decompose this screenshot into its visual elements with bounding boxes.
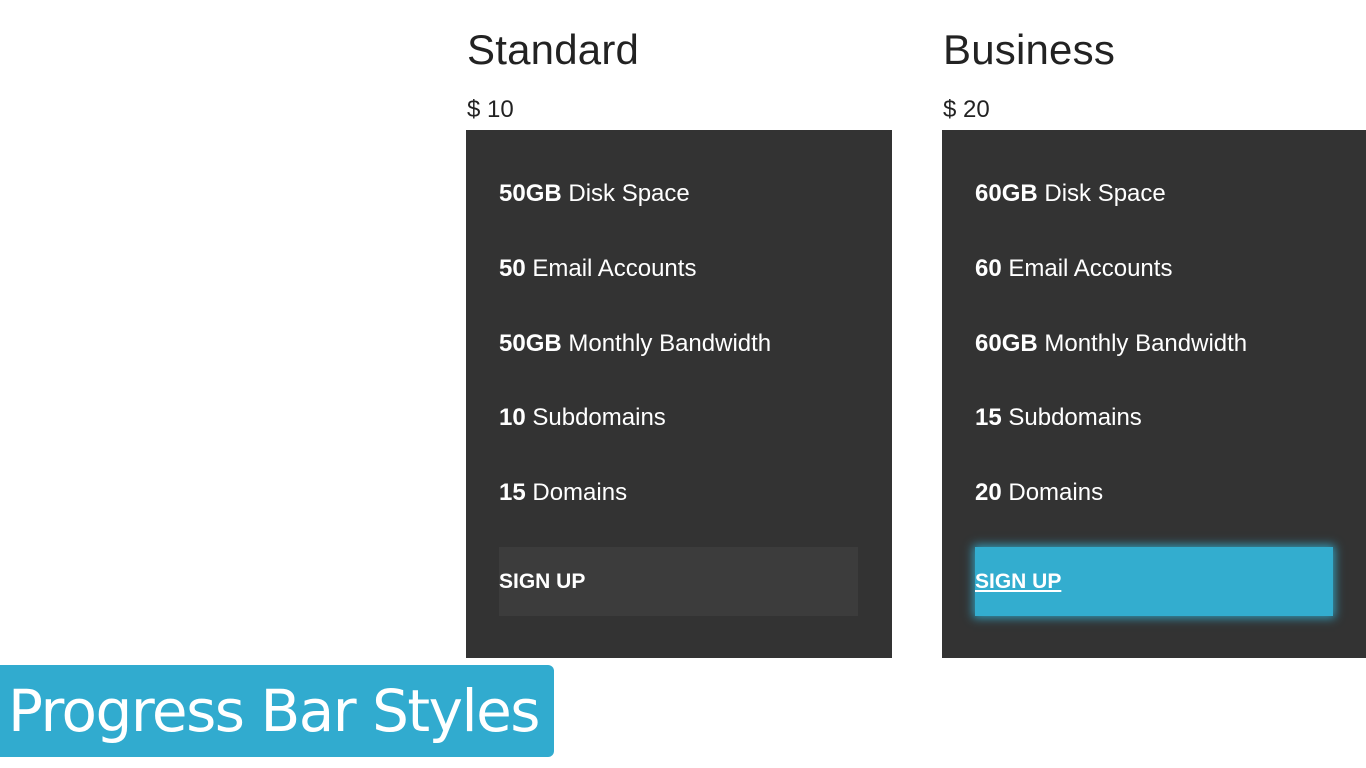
plan-price: $ 20	[943, 96, 990, 123]
banner-title: Progress Bar Styles	[8, 677, 540, 745]
plan-price: $ 10	[467, 96, 514, 123]
feature-email-accounts: 60 Email Accounts	[975, 254, 1172, 284]
feature-value: 60	[975, 255, 1002, 282]
feature-value: 20	[975, 479, 1002, 506]
caption-banner: Progress Bar Styles	[0, 665, 554, 757]
feature-label: Email Accounts	[1001, 255, 1173, 282]
signup-button-standard[interactable]: SIGN UP	[499, 547, 858, 616]
feature-value: 50GB	[499, 180, 562, 207]
feature-monthly-bandwidth: 50GB Monthly Bandwidth	[499, 329, 771, 359]
feature-subdomains: 15 Subdomains	[975, 403, 1142, 433]
feature-label: Subdomains	[1001, 404, 1142, 431]
feature-monthly-bandwidth: 60GB Monthly Bandwidth	[975, 329, 1247, 359]
feature-label: Disk Space	[561, 180, 690, 207]
feature-disk-space: 50GB Disk Space	[499, 179, 690, 209]
feature-disk-space: 60GB Disk Space	[975, 179, 1166, 209]
feature-email-accounts: 50 Email Accounts	[499, 254, 696, 284]
feature-label: Email Accounts	[525, 255, 697, 282]
plan-title: Standard	[467, 26, 640, 73]
feature-value: 15	[499, 479, 526, 506]
feature-value: 50	[499, 255, 526, 282]
feature-value: 15	[975, 404, 1002, 431]
feature-label: Monthly Bandwidth	[1037, 330, 1248, 357]
plan-title: Business	[943, 26, 1116, 73]
feature-label: Disk Space	[1037, 180, 1166, 207]
plan-features-card: 60GB Disk Space 60 Email Accounts 60GB M…	[942, 130, 1366, 658]
feature-subdomains: 10 Subdomains	[499, 403, 666, 433]
feature-value: 10	[499, 404, 526, 431]
feature-value: 50GB	[499, 330, 562, 357]
feature-label: Domains	[525, 479, 628, 506]
feature-domains: 15 Domains	[499, 478, 627, 508]
plan-features-card: 50GB Disk Space 50 Email Accounts 50GB M…	[466, 130, 892, 658]
feature-domains: 20 Domains	[975, 478, 1103, 508]
feature-value: 60GB	[975, 330, 1038, 357]
pricing-page: Standard $ 10 50GB Disk Space 50 Email A…	[0, 0, 1366, 768]
feature-label: Domains	[1001, 479, 1104, 506]
feature-value: 60GB	[975, 180, 1038, 207]
feature-label: Subdomains	[525, 404, 666, 431]
feature-label: Monthly Bandwidth	[561, 330, 772, 357]
signup-button-business[interactable]: SIGN UP	[975, 547, 1333, 616]
